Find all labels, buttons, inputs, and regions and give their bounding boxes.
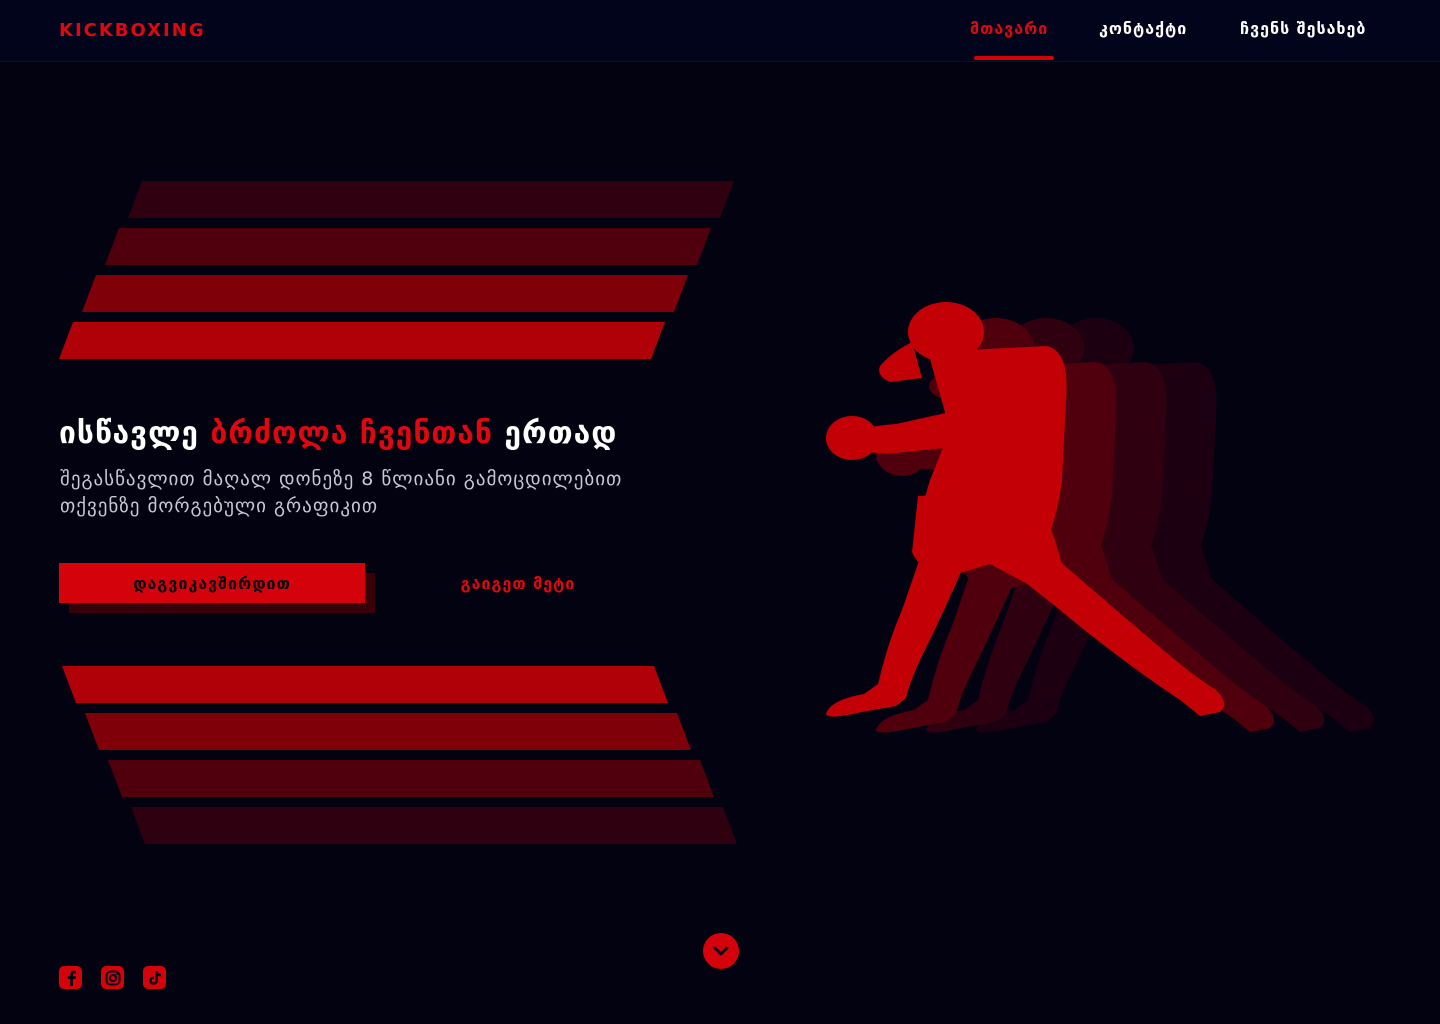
- stripe-top-1: [128, 181, 734, 218]
- hero-subtitle: შეგასწავლით მაღალ დონეზე 8 წლიანი გამოცდ…: [60, 468, 623, 517]
- stripe-bottom-4: [131, 807, 737, 844]
- hero-title-accent: ბრძოლა ჩვენთან: [210, 416, 493, 451]
- hero-title-start: ისწავლე: [59, 416, 211, 451]
- nav-item-about[interactable]: ჩვენს შესახებ: [1240, 19, 1366, 38]
- nav-item-home[interactable]: მთავარი: [970, 19, 1048, 38]
- nav-active-underline: [974, 56, 1054, 60]
- stripe-bottom-2: [85, 713, 691, 750]
- learn-more-button[interactable]: გაიგეთ მეტი: [420, 563, 616, 603]
- hero-title: ისწავლე ბრძოლა ჩვენთან ერთად: [59, 416, 617, 451]
- nav-item-contact[interactable]: კონტაქტი: [1099, 19, 1187, 38]
- stripe-top-2: [105, 228, 711, 265]
- instagram-icon: [105, 970, 120, 985]
- scroll-down-button[interactable]: [703, 933, 739, 969]
- chevron-down-icon: [713, 946, 729, 956]
- contact-us-button[interactable]: დაგვიკავშირდით: [59, 563, 365, 603]
- stripe-bottom-1: [62, 666, 668, 703]
- tiktok-link[interactable]: [143, 966, 166, 989]
- hero-title-end: ერთად: [492, 416, 618, 451]
- landing-page: KICKBOXING მთავარი კონტაქტი ჩვენს შესახე…: [0, 0, 1440, 1024]
- facebook-icon: [67, 970, 76, 986]
- instagram-link[interactable]: [101, 966, 124, 989]
- tiktok-icon: [148, 970, 161, 985]
- stripe-top-3: [82, 275, 688, 312]
- fighter-silhouette-illustration: [826, 302, 1375, 733]
- stripe-top-4: [59, 322, 665, 359]
- facebook-link[interactable]: [59, 966, 82, 989]
- stripe-bottom-3: [108, 760, 714, 797]
